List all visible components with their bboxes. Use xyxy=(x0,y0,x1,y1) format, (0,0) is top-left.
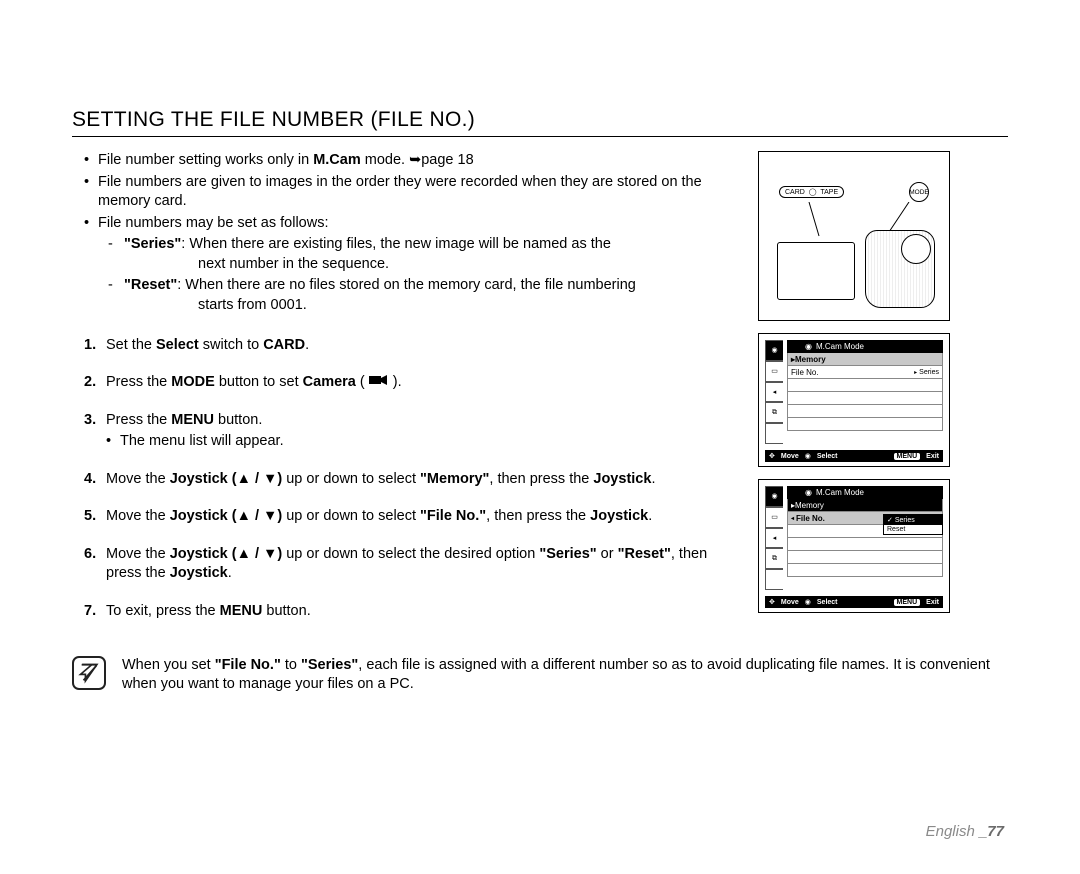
mode-definitions: - "Series": When there are existing file… xyxy=(108,235,744,315)
menu-item-empty xyxy=(787,564,943,577)
mode-label: MODE xyxy=(909,182,929,202)
step: Press the MENU button. The menu list wil… xyxy=(84,411,744,452)
menu-category: ▸Memory xyxy=(787,353,943,366)
bullet-item: File number setting works only in M.Cam … xyxy=(84,151,744,171)
page-footer: English _77 xyxy=(926,823,1004,840)
menu-category: ▸Memory xyxy=(787,499,943,512)
substep: The menu list will appear. xyxy=(106,432,744,452)
note-icon xyxy=(72,656,106,690)
menu-tab-icon: ◉ xyxy=(765,486,783,507)
instruction-steps: Set the Select switch to CARD. Press the… xyxy=(72,336,744,622)
menu-item-empty xyxy=(787,551,943,564)
menu-item-empty xyxy=(787,405,943,418)
step: Move the Joystick (▲ / ▼) up or down to … xyxy=(84,507,744,527)
menu-footer: ✥Move ◉Select MENU Exit xyxy=(765,450,943,462)
definition-series: - "Series": When there are existing file… xyxy=(108,235,744,274)
camera-body xyxy=(773,230,935,312)
manual-page: SETTING THE FILE NUMBER (FILE NO.) File … xyxy=(72,108,1008,695)
menu-tab-icon: ⧉ xyxy=(765,548,783,569)
page-title: SETTING THE FILE NUMBER (FILE NO.) xyxy=(72,108,1008,137)
menu-tab-icon: ▭ xyxy=(765,361,783,382)
definition-reset: - "Reset": When there are no files store… xyxy=(108,276,744,315)
note-text: When you set "File No." to "Series", eac… xyxy=(122,656,1008,695)
menu-mode-label: ◉ M.Cam Mode xyxy=(787,486,943,499)
bullet-item: File numbers are given to images in the … xyxy=(84,173,744,212)
menu-item: File No. ▸Series xyxy=(787,366,943,379)
menu-tab-icon: ◉ xyxy=(765,340,783,361)
menu-item-empty xyxy=(787,379,943,392)
step: To exit, press the MENU button. xyxy=(84,602,744,622)
camera-icon xyxy=(369,373,389,393)
menu-screenshot-2: ◉ ▭ ◂ ⧉ ◉ M.Cam Mode ▸Memory ◂File No. xyxy=(758,479,950,613)
main-content: File number setting works only in M.Cam … xyxy=(72,151,744,640)
menu-tab-icon: ◂ xyxy=(765,528,783,549)
menu-tab-icon xyxy=(765,569,783,590)
menu-footer: ✥Move ◉Select MENU Exit xyxy=(765,596,943,608)
step: Move the Joystick (▲ / ▼) up or down to … xyxy=(84,545,744,584)
card-label: CARD ◯ TAPE xyxy=(779,186,844,198)
note-block: When you set "File No." to "Series", eac… xyxy=(72,656,1008,695)
submenu-options: Series Reset xyxy=(883,514,943,535)
option-reset: Reset xyxy=(884,525,942,534)
menu-item-empty xyxy=(787,538,943,551)
option-series: Series xyxy=(884,515,942,525)
menu-tab-icon: ▭ xyxy=(765,507,783,528)
menu-tab-icon xyxy=(765,423,783,444)
intro-bullets: File number setting works only in M.Cam … xyxy=(72,151,744,233)
bullet-item: File numbers may be set as follows: xyxy=(84,214,744,234)
menu-mode-label: ◉ M.Cam Mode xyxy=(787,340,943,353)
camera-illustration: CARD ◯ TAPE MODE xyxy=(758,151,950,321)
illustrations-column: CARD ◯ TAPE MODE ◉ ▭ ◂ xyxy=(758,151,954,640)
menu-item-empty xyxy=(787,392,943,405)
step: Move the Joystick (▲ / ▼) up or down to … xyxy=(84,470,744,490)
menu-screenshot-1: ◉ ▭ ◂ ⧉ ◉ M.Cam Mode ▸Memory File No. ▸S… xyxy=(758,333,950,467)
menu-tab-icon: ⧉ xyxy=(765,402,783,423)
menu-tab-icon: ◂ xyxy=(765,382,783,403)
step: Press the MODE button to set Camera ( ). xyxy=(84,373,744,393)
step: Set the Select switch to CARD. xyxy=(84,336,744,356)
menu-item-empty xyxy=(787,418,943,431)
